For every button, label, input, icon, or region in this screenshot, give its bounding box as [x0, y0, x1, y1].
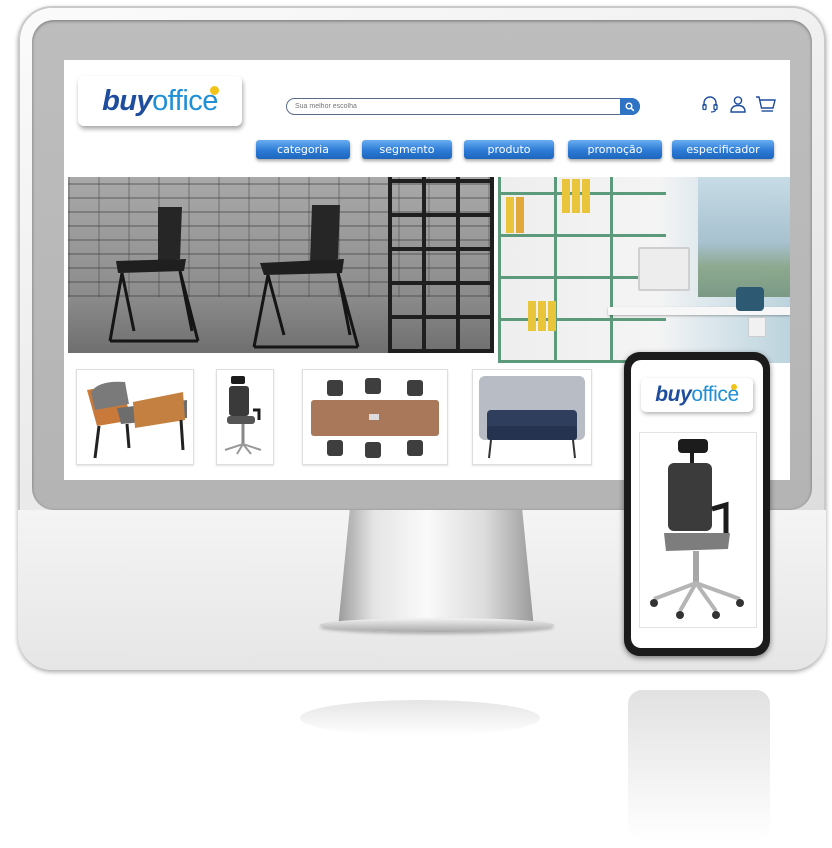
smartphone: buy office	[624, 352, 770, 656]
armchair-image	[87, 381, 187, 459]
monitor-stand	[338, 510, 534, 628]
phone-logo-buy: buy	[655, 383, 692, 406]
site-header: buy office Sua melhor escolha categoria …	[64, 60, 790, 170]
search-bar	[286, 98, 640, 115]
binder	[562, 179, 570, 213]
phone-product-card[interactable]	[639, 432, 757, 628]
pen-holder	[748, 317, 766, 337]
nav-categoria[interactable]: categoria	[256, 140, 350, 159]
product-card-sofa[interactable]	[472, 369, 592, 465]
nav-segmento[interactable]: segmento	[362, 140, 452, 159]
desk-monitor	[638, 247, 690, 291]
nav-promocao[interactable]: promoção	[568, 140, 662, 159]
binder	[538, 301, 546, 331]
logo-dot	[210, 86, 219, 95]
phone-reflection	[628, 690, 770, 840]
dark-shelf	[388, 177, 494, 353]
window-view	[698, 177, 790, 297]
binder	[572, 179, 580, 213]
binder	[582, 179, 590, 213]
brand-logo-office: office	[152, 84, 218, 117]
cart-icon[interactable]	[754, 94, 778, 114]
phone-screen: buy office	[631, 360, 763, 648]
phone-office-chair-image	[650, 439, 744, 619]
chairs-image	[108, 205, 360, 349]
brand-logo-buy: buy	[102, 84, 153, 117]
nav-especificador[interactable]: especificador	[672, 140, 774, 159]
brand-logo[interactable]: buy office	[78, 76, 242, 126]
meeting-table-image	[311, 378, 439, 458]
product-card-meeting-table[interactable]	[302, 369, 448, 465]
product-card-office-chair[interactable]	[216, 369, 274, 465]
monitor-reflection	[300, 700, 540, 736]
monitor-stand-base	[320, 618, 554, 632]
search-icon	[625, 102, 635, 111]
office-chair-image	[224, 376, 262, 455]
binder	[506, 197, 514, 233]
phone-brand-logo[interactable]: buy office	[641, 378, 753, 412]
user-icon[interactable]	[728, 94, 748, 114]
binder	[516, 197, 524, 233]
product-card-armchair[interactable]	[76, 369, 194, 465]
sofa-image	[479, 376, 585, 459]
header-icons	[700, 94, 784, 116]
nav-produto[interactable]: produto	[464, 140, 554, 159]
binder	[548, 301, 556, 331]
office-chair-back	[736, 287, 764, 311]
binder	[528, 301, 536, 331]
search-input[interactable]	[295, 100, 595, 112]
headset-icon[interactable]	[700, 94, 720, 114]
search-button[interactable]	[620, 98, 640, 115]
phone-logo-dot	[731, 384, 737, 390]
hero-banner-chairs[interactable]	[68, 177, 494, 353]
hero-banner-office[interactable]	[498, 177, 790, 363]
main-nav: categoria segmento produto promoção espe…	[256, 140, 786, 160]
